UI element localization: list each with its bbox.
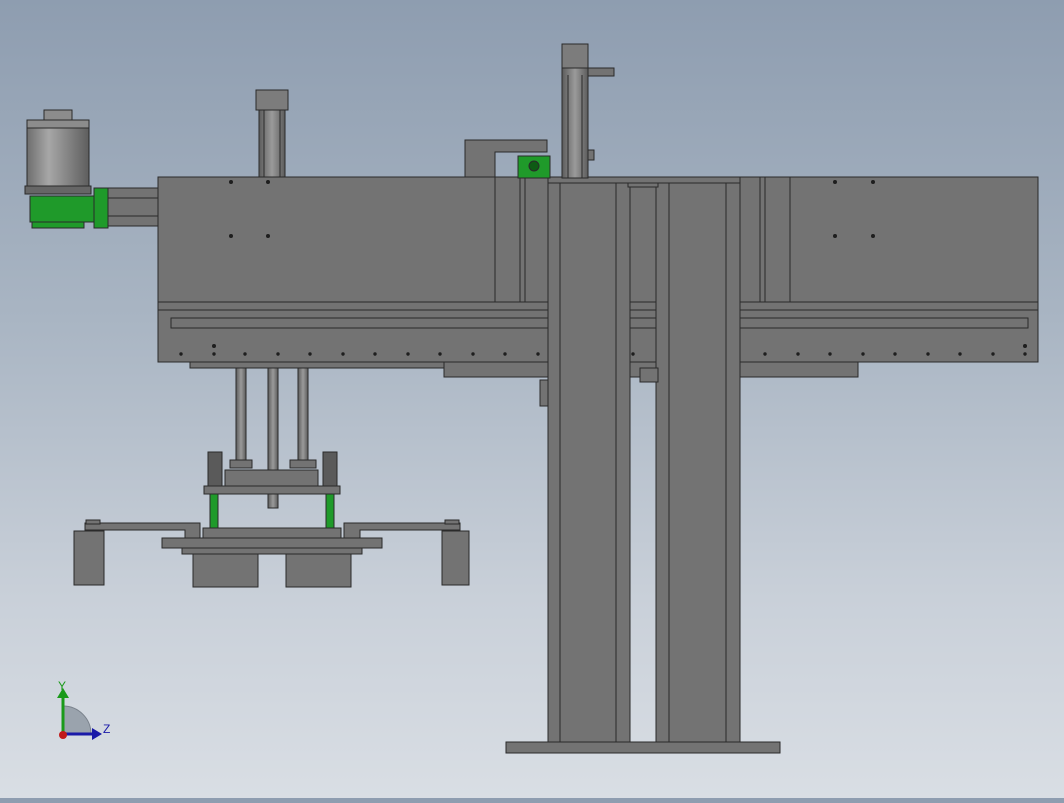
drive-motor[interactable] (24, 109, 92, 195)
cad-graphics-viewport[interactable]: Y Z (0, 0, 1064, 798)
z-axis-label: Z (103, 722, 110, 736)
z-axis-arrowhead-icon (92, 728, 102, 740)
suction-blocks[interactable] (192, 553, 352, 588)
y-axis-label: Y (58, 679, 66, 693)
triad-plane-icon (62, 705, 92, 735)
lift-cylinder-left[interactable] (255, 89, 289, 178)
column-base-plate[interactable] (505, 741, 781, 754)
assembly-model-view[interactable]: Y Z (0, 0, 1064, 798)
x-axis-dot-icon (59, 731, 67, 739)
lift-cylinder-right[interactable] (561, 43, 615, 179)
green-sensor-block[interactable] (517, 155, 551, 179)
view-orientation-triad[interactable]: Y Z (57, 679, 110, 740)
motor-coupling (107, 187, 159, 227)
